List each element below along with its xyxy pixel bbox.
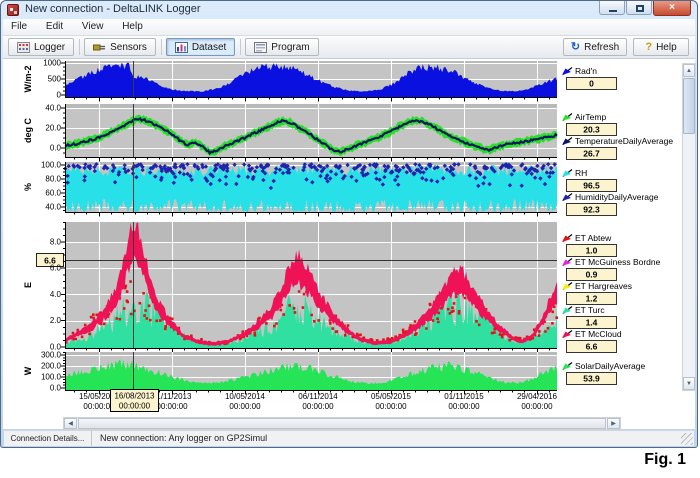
menu-edit[interactable]: Edit	[38, 19, 71, 35]
program-icon	[254, 41, 268, 53]
maximize-icon	[636, 5, 644, 12]
dataset-button[interactable]: Dataset	[165, 38, 236, 56]
vertical-scroll-thumb[interactable]	[683, 78, 695, 134]
refresh-button[interactable]: ↻ Refresh	[563, 38, 627, 56]
minimize-button[interactable]	[599, 1, 625, 15]
toolbar-separator	[79, 39, 81, 55]
help-icon: ?	[645, 41, 653, 53]
menu-file[interactable]: File	[3, 19, 35, 35]
horizontal-scrollbar[interactable]: ◀ ▶	[63, 417, 621, 430]
sensors-button[interactable]: Sensors	[84, 38, 156, 56]
figure-caption: Fig. 1	[644, 451, 686, 468]
resize-grip-icon[interactable]	[681, 433, 693, 445]
refresh-button-label: Refresh	[584, 41, 620, 53]
toolbar: Logger Sensors Dataset Program ↻ Refresh	[3, 36, 695, 59]
help-button-label: Help	[656, 41, 677, 53]
help-button[interactable]: ? Help	[633, 38, 689, 56]
menu-help[interactable]: Help	[114, 19, 151, 35]
scroll-left-button[interactable]: ◀	[64, 418, 77, 429]
app-window: New connection - DeltaLINK Logger × File…	[0, 0, 698, 448]
status-message: New connection: Any logger on GP2Simul	[100, 433, 268, 443]
title-bar[interactable]: New connection - DeltaLINK Logger ×	[1, 1, 697, 19]
status-bar: Connection Details... New connection: An…	[4, 430, 694, 446]
sensors-icon	[93, 44, 106, 50]
dataset-button-label: Dataset	[191, 41, 227, 53]
window-title: New connection - DeltaLINK Logger	[25, 3, 201, 15]
maximize-button[interactable]	[626, 1, 652, 15]
program-button[interactable]: Program	[245, 38, 319, 56]
minimize-icon	[609, 10, 617, 12]
toolbar-separator	[160, 39, 162, 55]
scroll-up-button[interactable]: ▲	[683, 64, 695, 77]
scroll-right-button[interactable]: ▶	[607, 418, 620, 429]
refresh-icon: ↻	[570, 41, 581, 53]
menu-bar: File Edit View Help	[3, 19, 695, 36]
horizontal-scroll-thumb[interactable]	[78, 418, 606, 429]
logger-icon	[17, 41, 30, 53]
dataset-icon	[174, 41, 188, 53]
toolbar-separator	[240, 39, 242, 55]
charts-client-area	[3, 59, 695, 429]
logger-button-label: Logger	[34, 41, 66, 53]
menu-view[interactable]: View	[74, 19, 112, 35]
sensors-button-label: Sensors	[110, 41, 147, 53]
scroll-down-button[interactable]: ▼	[683, 377, 695, 390]
close-button[interactable]: ×	[653, 1, 691, 16]
logger-button[interactable]: Logger	[8, 38, 75, 56]
app-icon	[7, 4, 19, 16]
program-button-label: Program	[271, 41, 310, 53]
vertical-scrollbar[interactable]: ▲ ▼	[682, 63, 696, 391]
connection-details-button[interactable]: Connection Details...	[4, 431, 92, 446]
